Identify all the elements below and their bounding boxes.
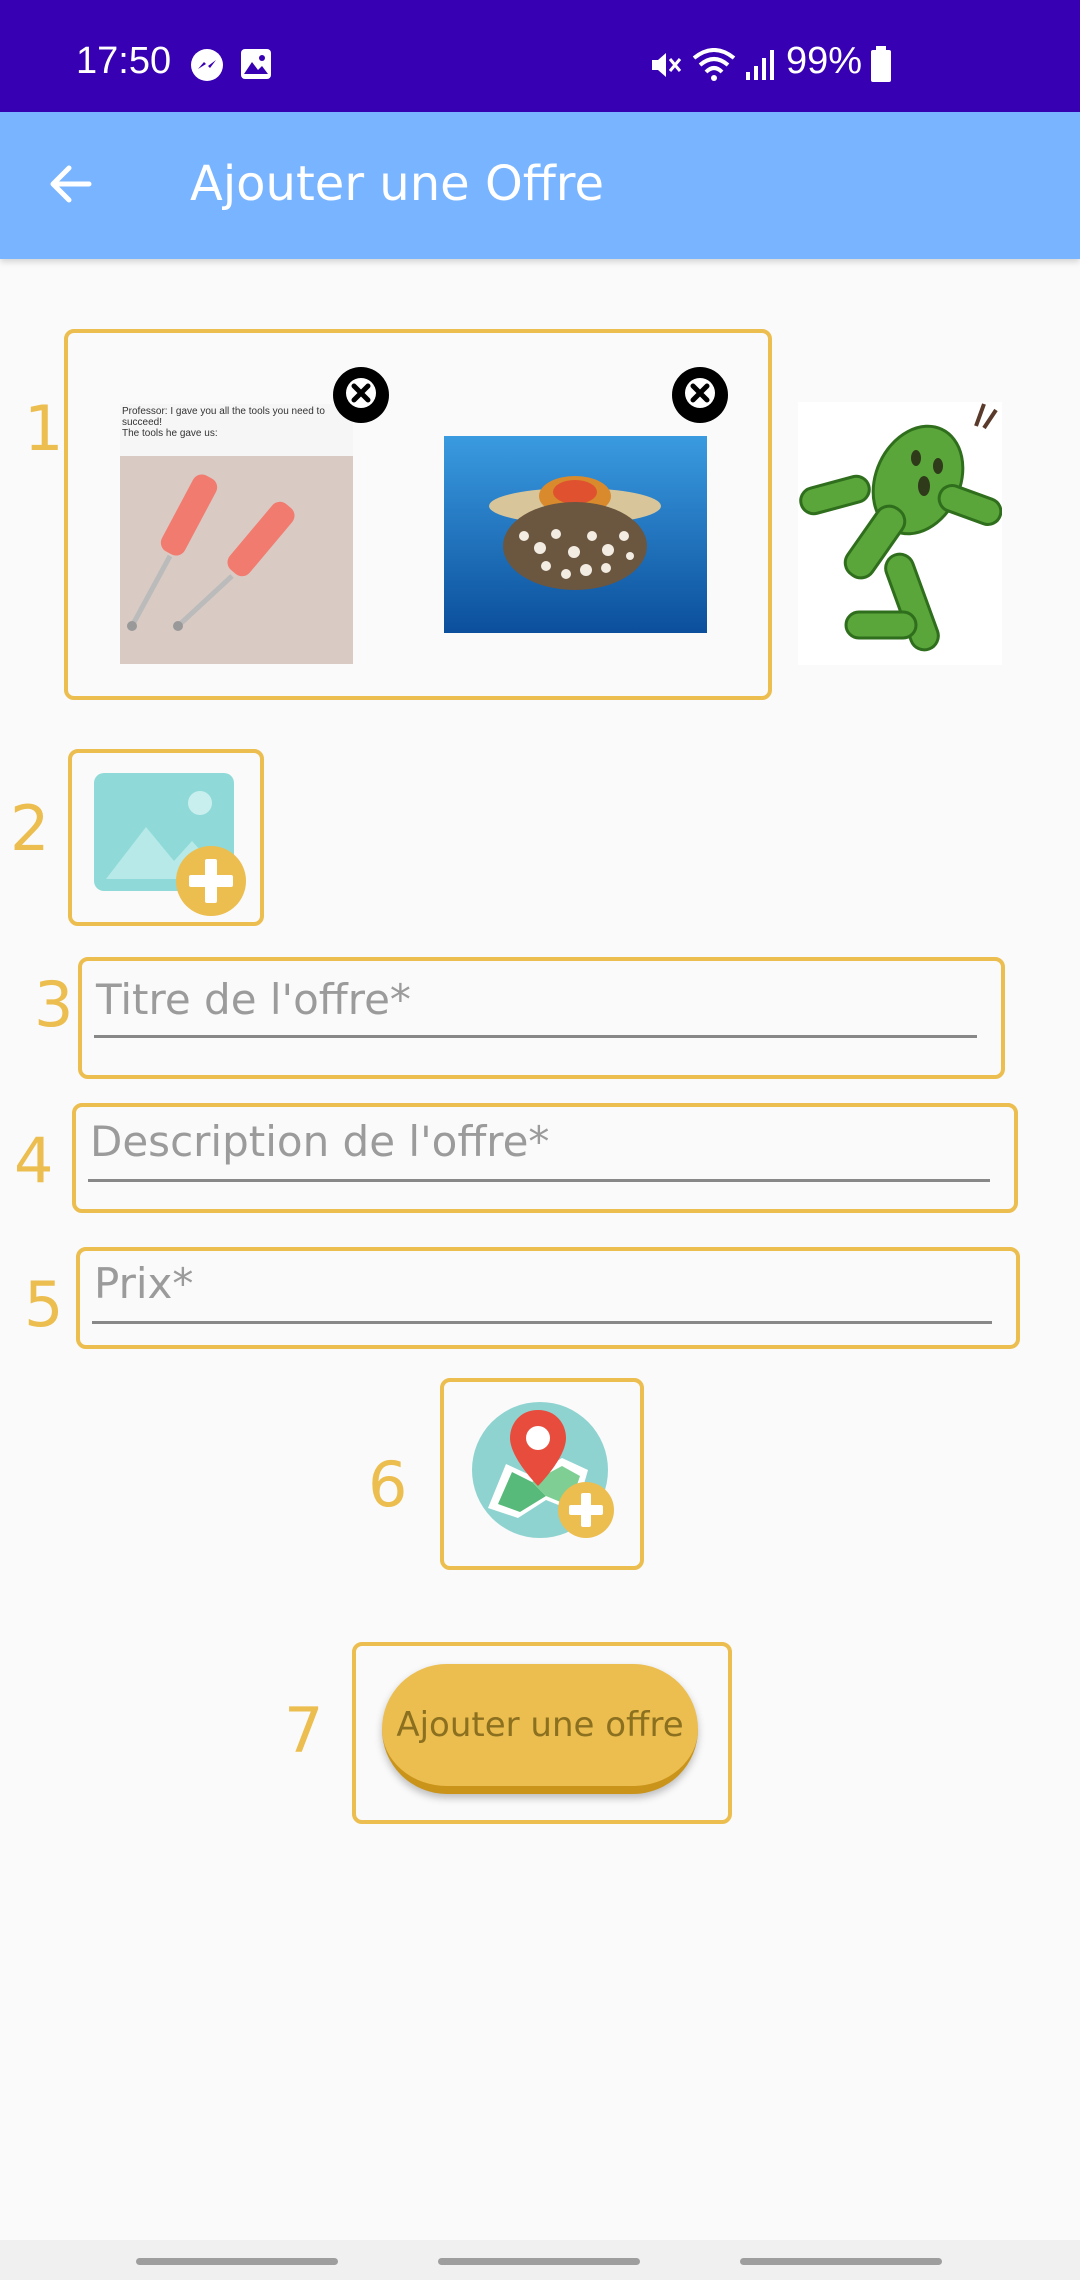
- section-number-5: 5: [24, 1268, 64, 1341]
- description-input[interactable]: Description de l'offre*: [90, 1117, 549, 1166]
- add-image-icon: [90, 769, 256, 925]
- section-number-7: 7: [284, 1694, 324, 1767]
- system-nav-bar: [0, 2240, 1080, 2280]
- battery-percent: 99%: [786, 40, 863, 82]
- meme-caption-line1: Professor: I gave you all the tools you …: [122, 406, 325, 417]
- remove-image-2-button[interactable]: [672, 367, 728, 423]
- section-number-4: 4: [14, 1124, 54, 1197]
- gallery-image-screwdrivers[interactable]: Professor: I gave you all the tools you …: [120, 404, 353, 664]
- add-offer-button[interactable]: Ajouter une offre: [382, 1664, 698, 1794]
- remove-image-1-button[interactable]: [333, 367, 389, 423]
- title-field-frame: Titre de l'offre*: [78, 957, 1005, 1079]
- meme-caption-line3: The tools he gave us:: [122, 428, 218, 439]
- page-title: Ajouter une Offre: [190, 156, 604, 212]
- add-location-button[interactable]: [440, 1378, 644, 1570]
- price-input[interactable]: Prix*: [94, 1259, 193, 1308]
- gallery-icon: [240, 48, 272, 84]
- status-bar: 17:50 99%: [0, 0, 1080, 112]
- price-field-frame: Prix*: [76, 1247, 1020, 1349]
- add-image-button[interactable]: [68, 749, 264, 926]
- gallery-image-cactuar[interactable]: [798, 402, 1002, 665]
- mute-icon: [648, 48, 682, 86]
- arrow-back-icon: [45, 159, 95, 213]
- price-underline: [92, 1321, 992, 1324]
- wifi-icon: [692, 48, 736, 86]
- section-number-2: 2: [10, 792, 50, 865]
- battery-icon: [870, 46, 892, 86]
- signal-icon: [744, 48, 776, 86]
- messenger-icon: [190, 48, 224, 86]
- nav-home-button[interactable]: [438, 2258, 640, 2265]
- add-offer-button-label: Ajouter une offre: [396, 1705, 684, 1745]
- section-number-1: 1: [24, 392, 64, 465]
- meme-caption-line2: succeed!: [122, 417, 163, 428]
- description-underline: [88, 1179, 990, 1182]
- section-number-6: 6: [368, 1448, 408, 1521]
- back-button[interactable]: [30, 146, 110, 226]
- nav-recent-button[interactable]: [136, 2258, 338, 2265]
- nav-back-button[interactable]: [740, 2258, 942, 2265]
- section-number-3: 3: [34, 968, 74, 1041]
- add-location-icon: [470, 1400, 630, 1554]
- gallery-image-jellyfish[interactable]: [444, 436, 707, 633]
- close-icon: [345, 377, 377, 413]
- status-time: 17:50: [76, 40, 172, 82]
- app-bar: Ajouter une Offre: [0, 112, 1080, 259]
- description-field-frame: Description de l'offre*: [72, 1103, 1018, 1213]
- title-input[interactable]: Titre de l'offre*: [96, 975, 411, 1024]
- title-underline: [94, 1035, 977, 1038]
- close-icon: [684, 377, 716, 413]
